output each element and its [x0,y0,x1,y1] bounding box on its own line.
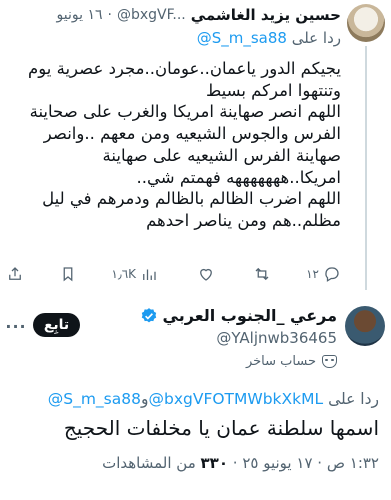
reply-tweet-text: يجيكم الدور ياعمان..عومان..مجرد عصرية يو… [28,59,341,230]
main-author-name[interactable]: مرعي _الجنوب العربي [163,306,337,325]
reply-tweet[interactable]: حسين يزيد الغاشمي @bxgVF... · ١٦ يونيو ر… [0,0,391,294]
reply-action-bar: ١٢ ١٫٦K [6,262,341,286]
reply-author-name[interactable]: حسين يزيد الغاشمي [191,6,341,24]
parody-mask-icon [322,355,337,368]
main-author-name-row: مرعي _الجنوب العربي [140,306,337,325]
main-replying-prefix: ردا على [328,390,379,408]
main-tweet: مرعي _الجنوب العربي @YAljnwb36465 تابِع … [0,296,391,500]
comment-icon [325,267,339,282]
reply-header-separator: · [107,7,112,23]
main-tweet-meta: ١:٣٢ ص · ١٧ يونيو ٢٥ · ٣٣٠ من المشاهدات [102,454,379,472]
main-replying-to: ردا على @bxgVFOTMWbkXkMLو@S_m_sa88 [48,390,379,408]
main-tweet-text: اسمها سلطنة عمان يا مخلفات الحجيج [63,416,379,440]
reply-tweet-time[interactable]: ١٦ يونيو [57,7,103,23]
reply-count: ١٢ [306,267,319,281]
main-tweet-time[interactable]: ١:٣٢ ص [327,454,379,472]
parody-label-text: حساب ساخر [245,354,316,369]
main-views-count: ٣٣٠ [200,454,228,472]
views-count: ١٫٦K [111,267,137,281]
reply-replying-to: ردا على @S_m_sa88 [8,29,341,47]
reply-author-avatar[interactable] [347,4,385,42]
reply-author-handle[interactable]: @bxgVF... [117,7,186,23]
main-replying-mention-2[interactable]: @S_m_sa88 [48,390,141,408]
replying-mention[interactable]: @S_m_sa88 [197,29,287,47]
follow-button[interactable]: تابِع [33,313,80,337]
reply-action[interactable]: ١٢ [306,265,341,283]
main-replying-mention-1[interactable]: @bxgVFOTMWbkXkML [148,390,323,408]
more-options-icon[interactable]: ··· [5,316,26,336]
main-tweet-date[interactable]: ١٧ يونيو ٢٥ [242,454,312,472]
heart-icon [199,268,212,281]
meta-separator-1: · [317,454,323,472]
replying-prefix: ردا على [291,29,341,47]
bookmark-action[interactable] [59,265,77,283]
reply-tweet-header: حسين يزيد الغاشمي @bxgVF... · ١٦ يونيو [8,5,342,25]
like-action[interactable] [193,265,215,283]
thread-line [365,46,367,290]
views-action[interactable]: ١٫٦K [111,265,158,283]
views-icon [143,269,156,280]
verified-badge-icon [141,307,156,322]
repost-icon [255,267,269,281]
repost-action[interactable] [249,265,271,283]
main-author-handle[interactable]: @YAljnwb36465 [216,329,337,347]
meta-separator-2: · [232,454,238,472]
share-icon [9,267,21,280]
bookmark-icon [63,267,73,282]
main-author-avatar[interactable] [345,306,385,346]
parody-account-label: حساب ساخر [246,354,337,369]
main-views-label: من المشاهدات [102,454,196,472]
share-action[interactable] [6,265,24,283]
